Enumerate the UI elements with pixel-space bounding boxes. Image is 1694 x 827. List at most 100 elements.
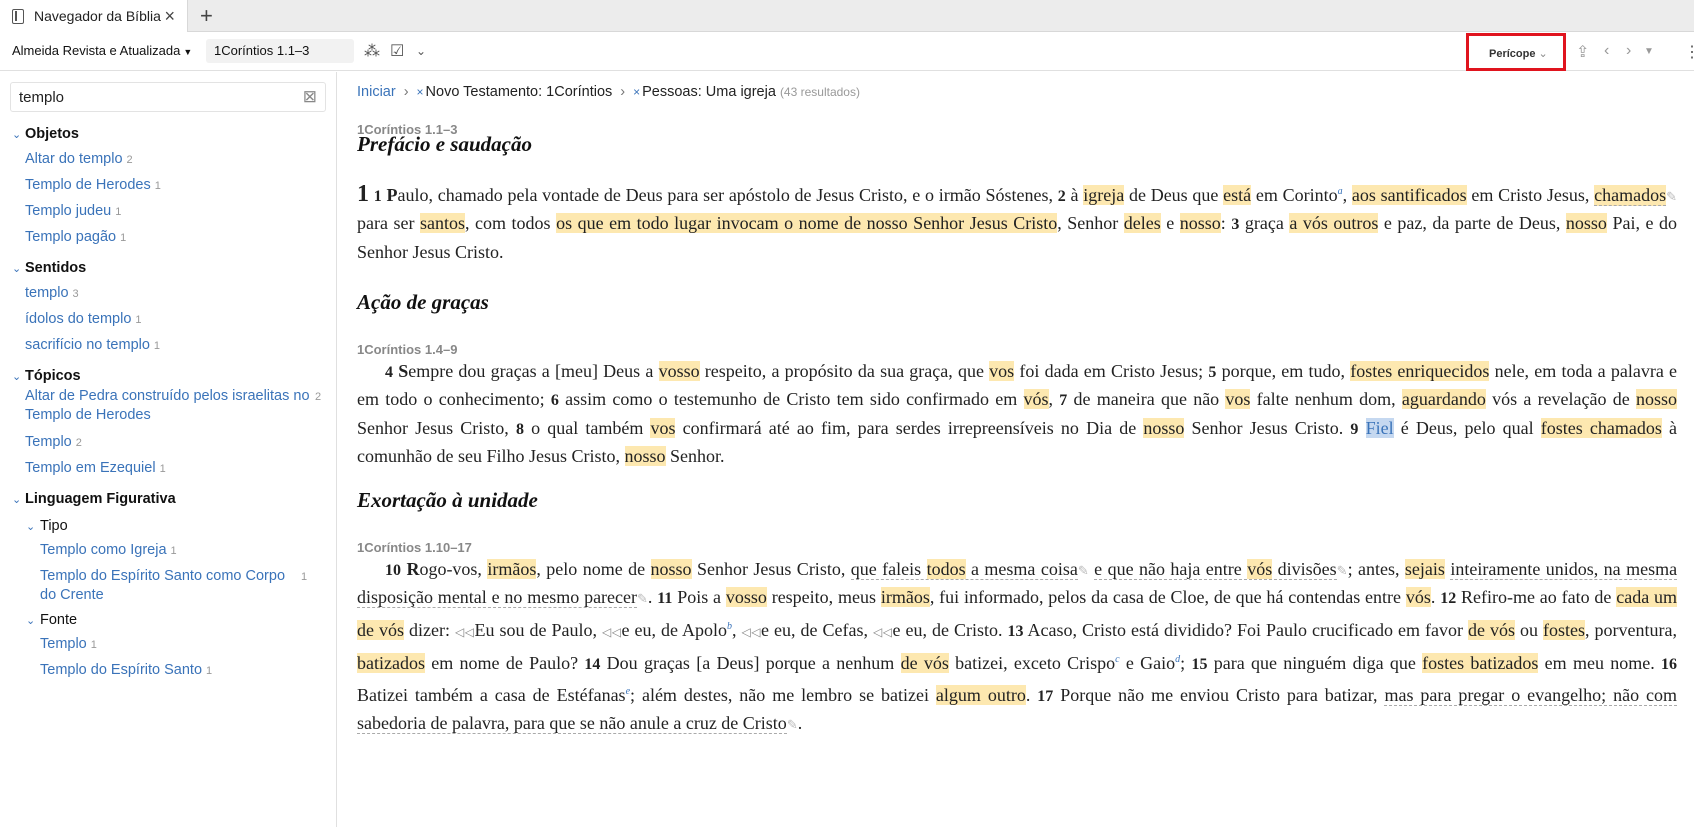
sidebar-item[interactable]: Templo como Igreja 1 — [40, 542, 177, 558]
section-heading: Prefácio e saudação — [357, 132, 532, 156]
breadcrumb: Iniciar › × Novo Testamento: 1Coríntios › × Pe… — [357, 84, 860, 100]
sidebar-item[interactable]: templo 3 — [25, 285, 79, 301]
breadcrumb-filter[interactable]: Novo Testamento: 1Coríntios — [426, 84, 613, 100]
sidebar-item[interactable]: ídolos do templo 1 — [25, 311, 142, 327]
people-icon[interactable]: ⁂ — [364, 41, 380, 61]
section-topicos[interactable]: Tópicos — [25, 368, 81, 384]
item-label: Templo como Igreja — [40, 542, 167, 558]
item-label: Templo — [25, 434, 72, 450]
chevron-down-icon[interactable]: ⌄ — [12, 262, 21, 275]
chevron-down-icon[interactable]: ⌄ — [26, 520, 35, 533]
chevron-down-icon[interactable]: ⌄ — [12, 128, 21, 141]
sidebar-item[interactable]: Templo de Herodes — [25, 407, 151, 423]
item-label: Templo de Herodes — [25, 177, 151, 193]
remove-filter-icon[interactable]: × — [417, 85, 424, 99]
back-icon[interactable]: ‹ — [1604, 42, 1609, 60]
book-icon — [12, 8, 24, 24]
item-count: 2 — [315, 391, 322, 403]
section-fonte[interactable]: Fonte — [40, 612, 77, 628]
item-label: Templo pagão — [25, 229, 117, 245]
item-count: 1 — [153, 340, 161, 352]
item-count: 1 — [170, 545, 177, 557]
passage-reference[interactable]: 1Coríntios 1.4–9 — [357, 342, 457, 357]
forward-icon[interactable]: › — [1626, 42, 1631, 60]
sidebar-item[interactable]: do Crente — [40, 587, 104, 603]
item-label: Templo — [40, 636, 87, 652]
sidebar: templo ⊠ ⌄ Objetos Altar do templo 2 Templ… — [0, 72, 337, 827]
search-input[interactable]: templo ⊠ — [10, 82, 326, 112]
sidebar-item[interactable]: Templo judeu 1 — [25, 203, 121, 219]
item-label: sacrifício no templo — [25, 337, 150, 353]
item-count: 1 — [90, 639, 97, 651]
chevron-down-icon[interactable]: ⌄ — [416, 44, 426, 58]
breadcrumb-home[interactable]: Iniciar — [357, 84, 396, 100]
item-count: 1 — [159, 463, 166, 475]
item-label: Altar do templo — [25, 151, 123, 167]
passage-text: 4 Sempre dou graças a [meu] Deus a vosso… — [357, 361, 1678, 466]
section-objetos[interactable]: Objetos — [25, 126, 79, 142]
chevron-down-icon[interactable]: ⌄ — [12, 370, 21, 383]
item-label: templo — [25, 285, 69, 301]
version-label: Almeida Revista e Atualizada — [12, 43, 181, 58]
close-icon[interactable]: × — [164, 6, 175, 27]
new-tab-icon[interactable]: + — [200, 3, 213, 29]
item-count: 1 — [301, 571, 308, 583]
item-count: 2 — [126, 154, 133, 166]
item-count: 1 — [115, 206, 122, 218]
caret-down-icon: ▼ — [183, 47, 193, 57]
passage-text: 1 1 Paulo, chamado pela vontade de Deus … — [357, 181, 1677, 262]
pericope-dropdown[interactable]: Perícope ⌄ — [1466, 33, 1566, 71]
sidebar-item[interactable]: Altar do templo 2 — [25, 151, 133, 167]
more-icon[interactable]: ⋮ — [1684, 42, 1694, 62]
item-count: 1 — [206, 665, 213, 677]
sidebar-item[interactable]: Templo de Herodes 1 — [25, 177, 161, 193]
section-tipo[interactable]: Tipo — [40, 518, 68, 534]
sidebar-item[interactable]: Templo do Espírito Santo 1 — [40, 662, 212, 678]
chevron-down-icon[interactable]: ⌄ — [26, 614, 35, 627]
sidebar-item[interactable]: Templo 2 — [25, 434, 82, 450]
item-count: 1 — [154, 180, 161, 192]
chevron-down-icon: ⌄ — [1538, 48, 1548, 60]
sidebar-item[interactable]: Altar de Pedra construído pelos israelit… — [25, 388, 310, 404]
remove-filter-icon[interactable]: × — [633, 85, 640, 99]
toolbar: Almeida Revista e Atualizada ▼ 1Coríntios… — [0, 33, 1694, 71]
history-dropdown-icon[interactable]: ▼ — [1644, 46, 1654, 57]
item-count: 1 — [120, 232, 127, 244]
item-label: Templo em Ezequiel — [25, 460, 156, 476]
tab-bar: Navegador da Bíblia × + — [0, 0, 1694, 32]
item-label: Templo judeu — [25, 203, 112, 219]
chevron-down-icon[interactable]: ⌄ — [12, 493, 21, 506]
item-count: 1 — [135, 314, 142, 326]
tab-bible-browser[interactable]: Navegador da Bíblia × — [0, 0, 188, 32]
sidebar-item[interactable]: Templo pagão 1 — [25, 229, 126, 245]
search-value: templo — [19, 89, 65, 106]
results-count: (43 resultados) — [779, 85, 860, 99]
item-count: 3 — [72, 288, 79, 300]
item-count: 2 — [75, 437, 82, 449]
sidebar-item[interactable]: sacrifício no templo 1 — [25, 337, 160, 353]
section-heading: Ação de graças — [357, 290, 489, 314]
passage-reference[interactable]: 1Coríntios 1.10–17 — [357, 540, 472, 555]
reading-pane: Iniciar › × Novo Testamento: 1Coríntios › × Pe… — [338, 72, 1694, 827]
item-label: Templo do Espírito Santo como Corpo — [40, 568, 286, 584]
sidebar-item[interactable]: Templo 1 — [40, 636, 97, 652]
pericope-label: Perícope — [1489, 48, 1536, 60]
sidebar-item[interactable]: Templo do Espírito Santo como Corpo — [40, 568, 285, 584]
breadcrumb-separator: › — [403, 84, 409, 100]
section-linguagem-figurativa[interactable]: Linguagem Figurativa — [25, 491, 176, 507]
checkbox-icon[interactable]: ☑ — [390, 41, 404, 61]
sidebar-item[interactable]: Templo em Ezequiel 1 — [25, 460, 166, 476]
reference-input[interactable]: 1Coríntios 1.1–3 — [206, 39, 354, 63]
section-sentidos[interactable]: Sentidos — [25, 260, 86, 276]
breadcrumb-filter[interactable]: Pessoas: Uma igreja — [642, 84, 776, 100]
passage-text: 10 Rogo-vos, irmãos, pelo nome de nosso … — [357, 559, 1678, 735]
share-icon[interactable]: ⇪ — [1576, 42, 1589, 62]
version-dropdown[interactable]: Almeida Revista e Atualizada ▼ — [12, 43, 192, 58]
item-label: Altar de Pedra construído pelos israelit… — [25, 388, 310, 404]
breadcrumb-separator: › — [620, 84, 626, 100]
tab-title: Navegador da Bíblia — [34, 8, 161, 24]
section-heading: Exortação à unidade — [357, 488, 538, 512]
item-label: Templo do Espírito Santo — [40, 662, 203, 678]
item-label: ídolos do templo — [25, 311, 132, 327]
clear-search-icon[interactable]: ⊠ — [303, 87, 317, 107]
